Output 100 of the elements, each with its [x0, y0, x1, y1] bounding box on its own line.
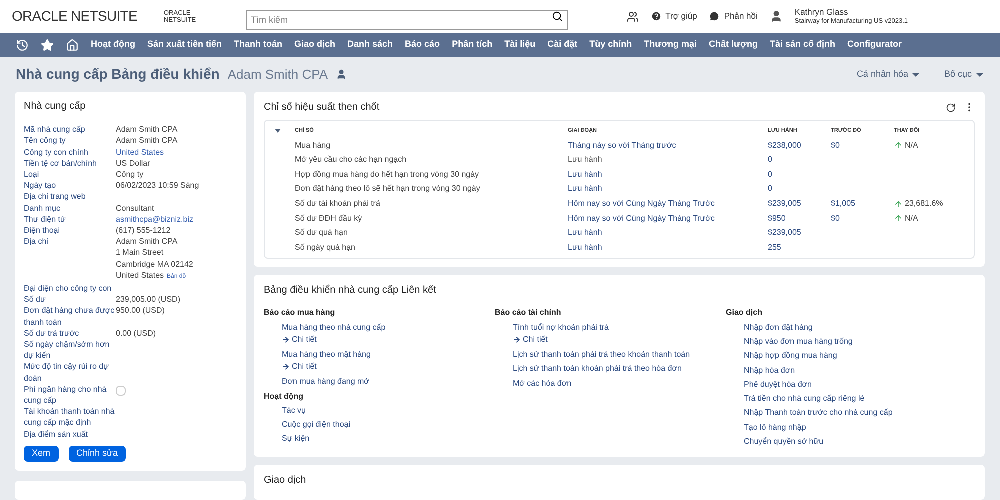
table-link[interactable]: Hôm nay so với Cùng Ngày Tháng Trước — [568, 212, 768, 226]
user-icon[interactable] — [770, 10, 783, 23]
report-link[interactable]: Tạo lô hàng nhập — [744, 420, 957, 436]
field-value: US Dollar — [116, 158, 150, 170]
search-icon[interactable] — [552, 10, 563, 22]
field-label: Tên công ty — [24, 135, 67, 147]
report-link[interactable]: Nhập hóa đơn — [744, 364, 957, 378]
nav-menu-item[interactable]: Thương mại — [644, 38, 698, 52]
report-link[interactable]: Đơn mua hàng đang mở — [282, 375, 495, 390]
field-label: Địa chỉ — [24, 236, 50, 248]
nav-menu-item[interactable]: Cài đặt — [548, 38, 578, 52]
table-link[interactable]: $1,005 — [831, 198, 856, 208]
report-link[interactable]: Mở các hóa đơn — [513, 376, 726, 391]
field-value: 1 Main Street — [116, 247, 164, 259]
table-link[interactable]: 0 — [768, 153, 831, 168]
nav-menu-item[interactable]: Báo cáo — [405, 38, 440, 52]
report-link[interactable]: Nhập vào đơn mua hàng trống — [744, 334, 957, 350]
search-field[interactable]: Tìm kiếm — [246, 10, 568, 30]
nav-menu-item[interactable]: Tài sản cố định — [770, 38, 836, 52]
field-label: Địa điểm sản xuất — [24, 428, 90, 440]
report-link[interactable]: Trả tiền cho nhà cung cấp riêng lẻ — [744, 392, 957, 406]
table-link[interactable]: Hôm nay so với Cùng Ngày Tháng Trước — [568, 196, 768, 212]
table-link[interactable]: $239,005 — [768, 196, 831, 212]
home-icon[interactable] — [66, 38, 79, 52]
nav-menu-item[interactable]: Tùy chỉnh — [590, 38, 632, 52]
field-label: Số dư trả trước — [24, 328, 80, 340]
vendor-icon[interactable] — [336, 69, 347, 80]
table-link[interactable]: Tháng này so với Tháng trước — [568, 138, 768, 154]
nav-menu-item[interactable]: Chất lượng — [709, 38, 758, 52]
field-label: Địa chỉ trang web — [24, 191, 87, 203]
checkbox[interactable] — [116, 386, 126, 396]
detail-link[interactable]: Chi tiết — [282, 334, 495, 345]
layout-menu[interactable]: Bố cục — [944, 68, 984, 82]
nav-menu-item[interactable]: Tài liệu — [504, 38, 536, 52]
detail-link[interactable]: Chi tiết — [513, 334, 726, 345]
field-link[interactable]: United States — [116, 146, 164, 158]
field-label: Đại diện cho công ty con — [24, 283, 113, 294]
report-link[interactable]: Phê duyệt hóa đơn — [744, 378, 957, 392]
table-link[interactable]: $0 — [831, 214, 840, 223]
table-link[interactable]: Lưu hành — [568, 168, 768, 182]
card-title: Nhà cung cấp — [24, 101, 87, 112]
nav-menu-item[interactable]: Phân tích — [452, 38, 493, 52]
nav-menu-item[interactable]: Thanh toán — [234, 38, 283, 52]
report-link[interactable]: Mua hàng theo mặt hàng — [282, 348, 495, 362]
table-link[interactable]: $239,005 — [768, 226, 831, 241]
table-cell-text: N/A — [905, 212, 918, 225]
nav-menu-item[interactable]: Sản xuất tiên tiến — [148, 38, 222, 52]
table-link[interactable]: $238,000 — [768, 138, 831, 154]
report-link[interactable]: Mua hàng theo nhà cung cấp — [282, 320, 495, 335]
refresh-icon[interactable] — [946, 102, 956, 112]
field-label: Điện thoại — [24, 225, 62, 236]
table-link[interactable]: 0 — [768, 182, 831, 197]
report-link[interactable]: Nhập hợp đồng mua hàng — [744, 349, 957, 364]
people-icon[interactable] — [626, 10, 639, 22]
report-link[interactable]: Cuộc gọi điện thoại — [282, 418, 495, 432]
field-value: 0.00 (USD) — [116, 328, 156, 340]
field-link[interactable]: asmithcpa@bizniz.biz — [116, 214, 194, 226]
caret-icon — [912, 72, 920, 76]
field-value: 06/02/2023 10:59 Sáng — [116, 180, 200, 192]
table-link[interactable]: Lưu hành — [568, 226, 768, 241]
feedback-link[interactable]: Phản hồi — [709, 10, 758, 23]
nav-menu-item[interactable]: Giao dịch — [294, 38, 336, 52]
section-heading: Báo cáo mua hàng — [264, 307, 336, 320]
star-icon[interactable] — [41, 38, 54, 52]
detail-link[interactable]: Chi tiết — [282, 362, 495, 372]
field-label: Phí ngân hàng cho nhà cung cấp — [24, 384, 108, 406]
caret-icon — [976, 72, 984, 76]
report-link[interactable]: Lịch sử thanh toán khoản phải trả theo hóa đơn — [513, 362, 726, 377]
report-link[interactable]: Chuyển quyền sở hữu — [744, 435, 957, 450]
report-link[interactable]: Lịch sử thanh toán phải trả theo khoản thanh toán — [513, 348, 726, 362]
report-link[interactable]: Nhập Thanh toán trước cho nhà cung cấp — [744, 406, 957, 421]
nav-menu-item[interactable]: Configurator — [847, 38, 902, 52]
arrow-icon — [282, 363, 290, 372]
help-link[interactable]: Trợ giúp — [650, 10, 698, 23]
table-link[interactable]: Lưu hành — [568, 240, 768, 256]
table-link[interactable]: 255 — [768, 240, 831, 256]
arrow-icon — [513, 336, 521, 344]
report-link[interactable]: Tác vụ — [282, 404, 495, 418]
table-link[interactable]: $0 — [831, 140, 840, 150]
field-value: Adam Smith CPA — [116, 124, 178, 136]
personalize-menu[interactable]: Cá nhân hóa — [856, 68, 920, 82]
recent-icon[interactable] — [16, 38, 29, 52]
arrow-icon — [282, 336, 290, 344]
field-label: Công ty con chính — [24, 146, 90, 158]
field-value: Consultant — [116, 202, 154, 214]
report-link[interactable]: Sự kiện — [282, 432, 495, 447]
action-button[interactable]: Xem — [24, 446, 59, 462]
collapse-icon[interactable] — [275, 129, 281, 134]
netsuite-logo: ORACLE NETSUITE — [12, 7, 138, 26]
nav-menu-item[interactable]: Danh sách — [348, 38, 394, 52]
report-link[interactable]: Tính tuổi nợ khoản phải trả — [513, 320, 726, 335]
table-link[interactable]: 0 — [768, 168, 831, 182]
action-button[interactable]: Chỉnh sửa — [68, 446, 126, 462]
table-link[interactable]: Lưu hành — [568, 182, 768, 197]
report-link[interactable]: Nhập đơn đặt hàng — [744, 320, 957, 335]
section-heading: Giao dịch — [726, 307, 764, 320]
table-link[interactable]: $950 — [768, 212, 831, 226]
table-cell-text: Đơn đặt hàng theo lô sẽ hết hạn trong vòng 30 ngày — [295, 183, 482, 196]
field-value: Adam Smith CPA — [116, 236, 178, 248]
nav-menu-item[interactable]: Hoạt động — [91, 38, 136, 52]
